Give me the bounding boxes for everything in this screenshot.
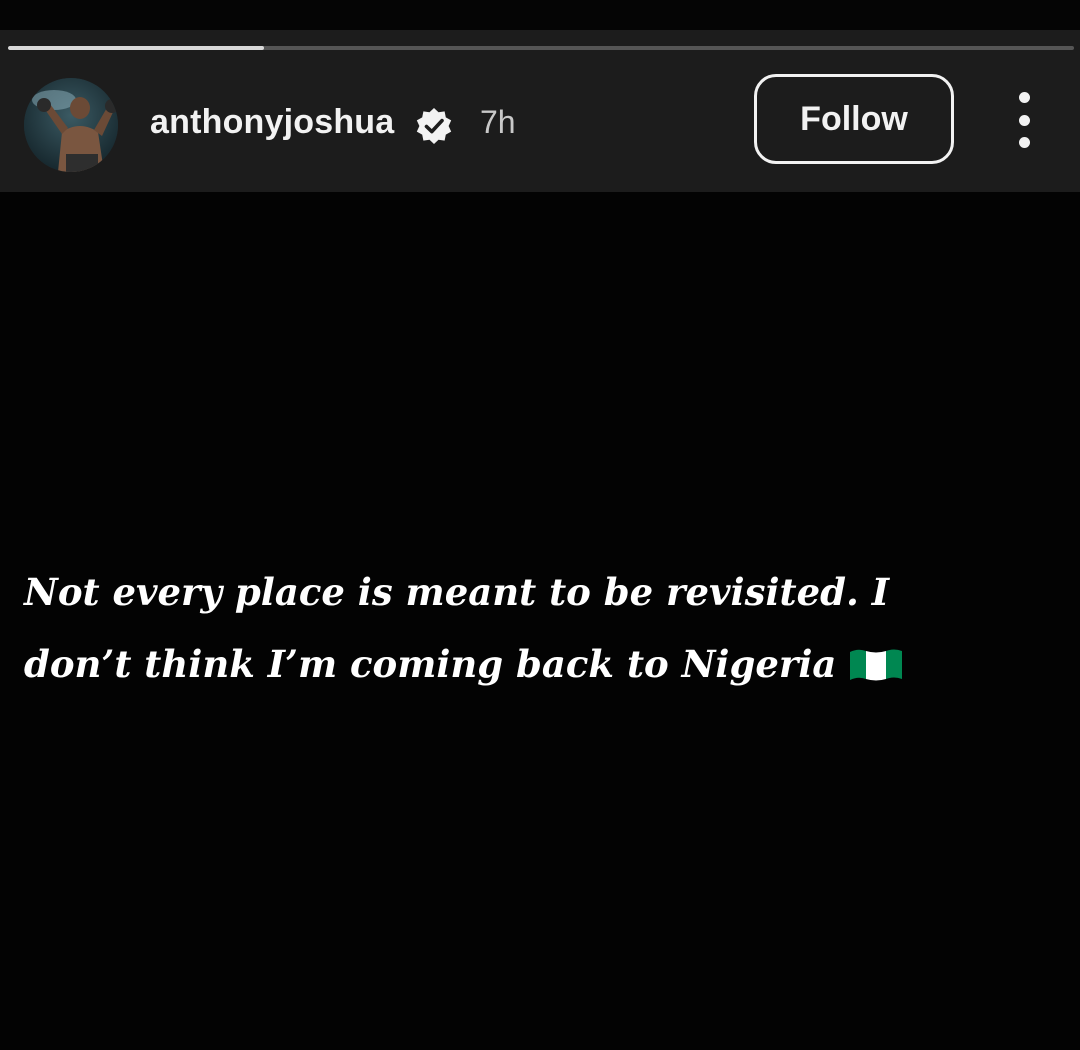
avatar[interactable] — [24, 78, 118, 172]
story-text: Not every place is meant to be revisited… — [24, 556, 1044, 700]
more-options-icon[interactable] — [1004, 92, 1044, 148]
nigeria-flag-icon — [850, 649, 903, 680]
story-text-line-2: don’t think I’m coming back to Nigeria — [24, 642, 837, 686]
status-bar — [0, 0, 1080, 30]
follow-button[interactable]: Follow — [754, 74, 954, 164]
story-progress-fill — [8, 46, 264, 50]
post-timestamp: 7h — [480, 104, 516, 140]
verified-badge-icon — [416, 108, 452, 144]
username[interactable]: anthonyjoshua — [150, 102, 394, 142]
more-dot — [1018, 137, 1030, 148]
avatar-image — [24, 78, 118, 172]
more-dot — [1018, 114, 1030, 126]
story-text-line-1: Not every place is meant to be revisited… — [24, 570, 890, 614]
story-header: anthonyjoshua 7h Follow — [0, 30, 1080, 192]
story-progress-bar — [8, 46, 1074, 50]
more-dot — [1018, 92, 1030, 103]
